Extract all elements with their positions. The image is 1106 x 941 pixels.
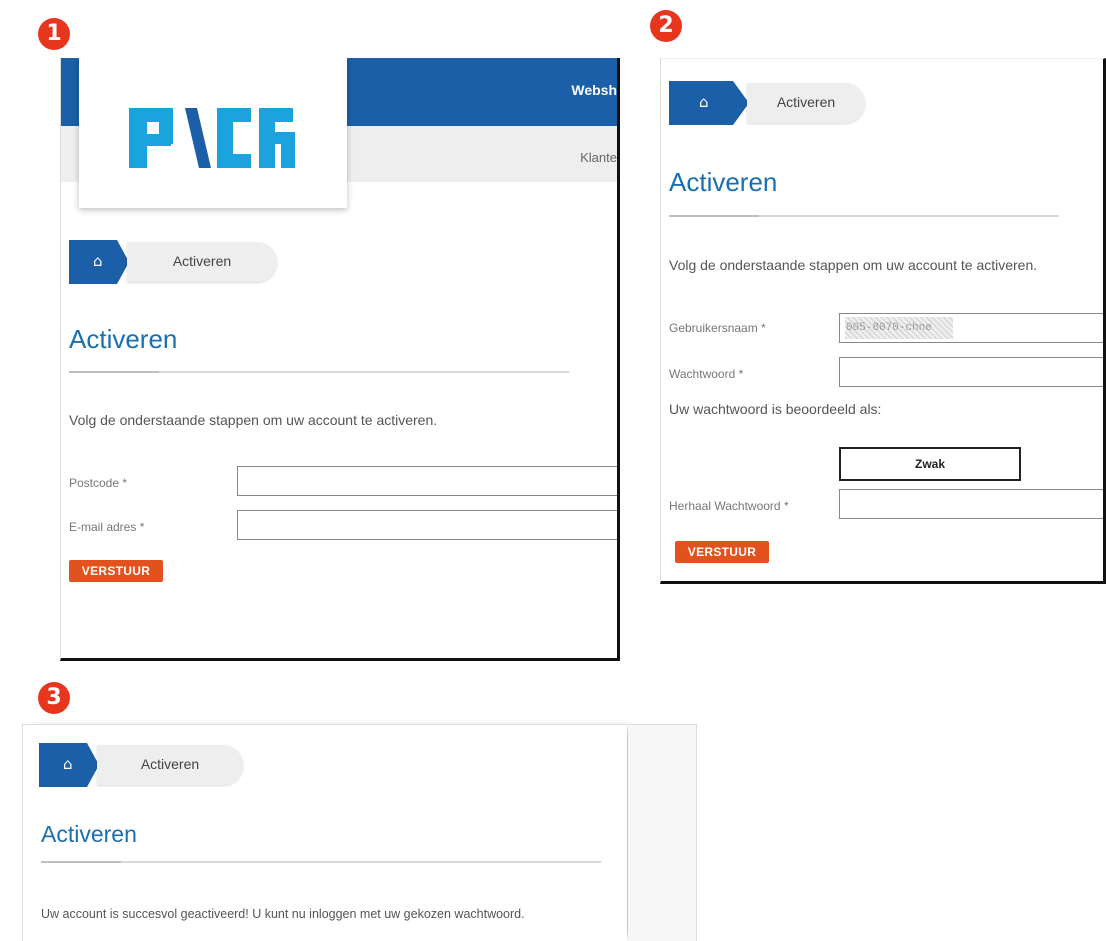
breadcrumb: ⌂ Activeren (69, 240, 289, 284)
intro-text: Volg de onderstaande stappen om uw accou… (69, 412, 438, 428)
page-title: Activeren (69, 324, 178, 354)
title-divider (41, 861, 601, 863)
password-field[interactable] (839, 357, 1103, 387)
breadcrumb: ⌂ Activeren (39, 743, 259, 787)
username-label: Gebruikersnaam * (669, 321, 766, 335)
postcode-label: Postcode * (69, 476, 128, 490)
title-divider (669, 215, 1059, 217)
step-badge-2: 2 (650, 10, 682, 42)
password-strength-label: Uw wachtwoord is beoordeeld als: (669, 401, 882, 417)
breadcrumb: ⌂ Activeren (669, 81, 889, 125)
pvcf-logo-graphic (129, 108, 295, 168)
breadcrumb-current-label: Activeren (776, 94, 836, 110)
breadcrumb-current-label: Activeren (140, 756, 200, 772)
success-message: Uw account is succesvol geactiveerd! U k… (41, 907, 525, 921)
nav-webshop-link[interactable]: Websh (571, 82, 617, 98)
breadcrumb-current[interactable]: Activeren (747, 83, 865, 123)
breadcrumb-current-label: Activeren (172, 253, 232, 269)
home-icon: ⌂ (63, 755, 73, 773)
page-title: Activeren (669, 167, 778, 197)
pvcf-logo (119, 78, 319, 188)
password-strength-indicator: Zwak (839, 447, 1021, 481)
breadcrumb-home-button[interactable]: ⌂ (69, 240, 129, 284)
activation-panel-step2: ⌂ Activeren Activeren Volg de onderstaan… (660, 58, 1106, 584)
email-label: E-mail adres * (69, 520, 145, 534)
breadcrumb-home-button[interactable]: ⌂ (669, 81, 749, 125)
home-icon: ⌂ (93, 252, 103, 270)
repeat-password-label: Herhaal Wachtwoord * (669, 499, 789, 513)
submit-button[interactable]: VERSTUUR (69, 560, 163, 582)
password-label: Wachtwoord * (669, 367, 744, 381)
nav-klanten-link[interactable]: Klante (580, 150, 617, 165)
activation-panel-step3: ⌂ Activeren Activeren Uw account is succ… (22, 724, 627, 941)
postcode-field[interactable] (237, 466, 617, 496)
email-field[interactable] (237, 510, 617, 540)
home-icon: ⌂ (699, 93, 709, 111)
title-divider (69, 371, 569, 373)
activation-panel-step1: Websh Klante ⌂ Activeren Activeren Volg … (60, 58, 620, 661)
panel3-side-area (628, 724, 697, 941)
breadcrumb-current[interactable]: Activeren (97, 745, 243, 785)
step-badge-1: 1 (38, 18, 70, 50)
breadcrumb-current[interactable]: Activeren (127, 242, 277, 282)
username-value-highlight (845, 317, 953, 339)
step-badge-3: 3 (38, 682, 70, 714)
breadcrumb-home-button[interactable]: ⌂ (39, 743, 99, 787)
page-title: Activeren (41, 821, 137, 847)
repeat-password-field[interactable] (839, 489, 1103, 519)
submit-button[interactable]: VERSTUUR (675, 541, 769, 563)
logo-card[interactable] (79, 58, 347, 208)
intro-text: Volg de onderstaande stappen om uw accou… (669, 257, 1038, 273)
